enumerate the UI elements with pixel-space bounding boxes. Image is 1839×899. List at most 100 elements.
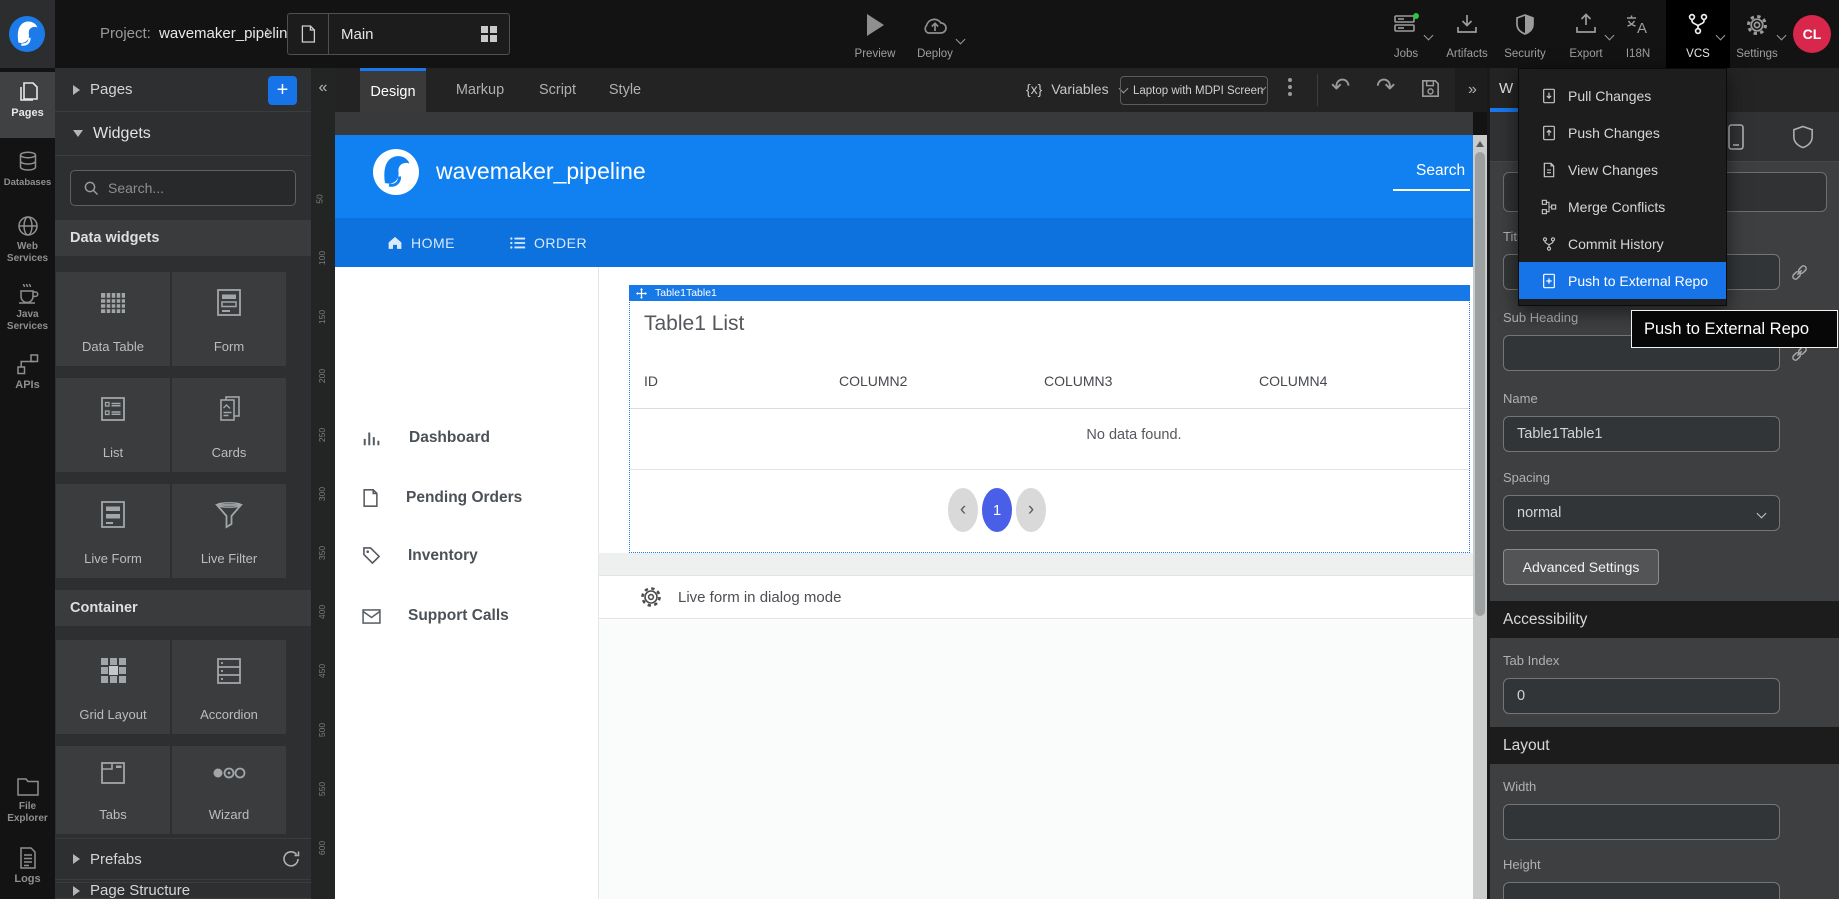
device-preview-icon[interactable] — [1728, 124, 1744, 150]
wavemaker-logo-tile[interactable] — [0, 0, 55, 68]
save-button[interactable] — [1419, 77, 1442, 100]
add-page-button[interactable]: + — [268, 76, 297, 105]
panel-tab-widget[interactable]: W — [1499, 80, 1513, 97]
widget-item-form[interactable]: Form — [172, 272, 286, 366]
advanced-settings-button[interactable]: Advanced Settings — [1503, 549, 1659, 585]
jobs-button[interactable]: Jobs — [1379, 0, 1433, 68]
menu-item-inventory[interactable]: Inventory — [362, 546, 478, 565]
app-header[interactable]: wavemaker_pipeline Search — [335, 135, 1473, 218]
column-header-column2[interactable]: COLUMN2 — [839, 373, 907, 389]
scrollbar-thumb[interactable] — [1475, 152, 1485, 616]
preview-button[interactable]: Preview — [848, 0, 902, 68]
rail-label: File — [19, 801, 36, 812]
widget-item-live-filter[interactable]: Live Filter — [172, 484, 286, 578]
variables-button[interactable]: {x} Variables — [1026, 81, 1127, 97]
column-header-column4[interactable]: COLUMN4 — [1259, 373, 1327, 389]
widget-selection-tag[interactable]: Table1Table1 — [629, 285, 1470, 301]
pagination-prev-button[interactable]: ‹ — [948, 488, 978, 532]
widget-item-accordion[interactable]: Accordion — [172, 640, 286, 734]
menu-item-view-changes[interactable]: View Changes — [1519, 151, 1726, 188]
file-explorer-icon — [16, 776, 40, 798]
app-search-link[interactable]: Search — [1416, 162, 1465, 180]
export-button[interactable]: Export — [1559, 0, 1613, 68]
rail-item-pages[interactable]: Pages — [0, 80, 55, 119]
rail-item-file-explorer[interactable]: FileExplorer — [0, 776, 55, 825]
table-widget-selection[interactable]: Table1Table1 Table1 List ID COLUMN2 COLU… — [629, 285, 1470, 553]
expand-panel-button[interactable]: » — [1455, 68, 1490, 112]
page-grid-icon[interactable] — [481, 26, 498, 43]
rail-item-web-services[interactable]: WebServices — [0, 214, 55, 265]
column-header-id[interactable]: ID — [644, 373, 658, 389]
canvas-scrollbar[interactable] — [1473, 135, 1487, 899]
title-bind-link-icon[interactable] — [1789, 262, 1810, 283]
pull-changes-icon — [1541, 88, 1557, 104]
widget-item-cards[interactable]: Cards — [172, 378, 286, 472]
height-input[interactable] — [1503, 882, 1780, 899]
tab-script[interactable]: Script — [530, 68, 585, 112]
i18n-button[interactable]: A I18N — [1611, 0, 1665, 68]
widget-item-wizard[interactable]: Wizard — [172, 746, 286, 834]
more-options-button[interactable] — [1288, 78, 1292, 96]
ruler-label: 300 — [317, 487, 327, 501]
device-selector[interactable]: Laptop with MDPI Screen — [1120, 76, 1268, 105]
nav-item-order[interactable]: ORDER — [510, 235, 587, 251]
widgets-section-header[interactable]: Widgets — [55, 112, 311, 156]
rail-item-databases[interactable]: Databases — [0, 150, 55, 189]
accessibility-section-header[interactable]: Accessibility — [1490, 601, 1839, 638]
widget-item-grid-layout[interactable]: Grid Layout — [56, 640, 170, 734]
security-button[interactable]: Security — [1498, 0, 1552, 68]
menu-item-pull-changes[interactable]: Pull Changes — [1519, 77, 1726, 114]
settings-button[interactable]: Settings — [1730, 0, 1784, 68]
undo-button[interactable]: ↶ — [1331, 73, 1350, 100]
menu-item-commit-history[interactable]: Commit History — [1519, 225, 1726, 262]
menu-item-merge-conflicts[interactable]: Merge Conflicts — [1519, 188, 1726, 225]
rail-item-java-services[interactable]: JavaServices — [0, 282, 55, 333]
security-label: Security — [1504, 48, 1546, 60]
expand-right-icon — [73, 886, 80, 896]
layout-section-header[interactable]: Layout — [1490, 727, 1839, 764]
refresh-icon[interactable] — [282, 850, 300, 868]
panel-shield-icon[interactable] — [1792, 125, 1814, 150]
page-structure-section-header[interactable]: Page Structure — [55, 882, 311, 899]
prefabs-section-header[interactable]: Prefabs — [55, 838, 311, 880]
wizard-icon — [209, 756, 249, 790]
widget-item-data-table[interactable]: Data Table — [56, 272, 170, 366]
pagination-next-button[interactable]: › — [1016, 488, 1046, 532]
widget-item-tabs[interactable]: Tabs — [56, 746, 170, 834]
collapse-panel-button[interactable]: « — [313, 78, 333, 100]
vcs-dropdown-menu: Pull Changes Push Changes View Changes M… — [1518, 68, 1727, 306]
menu-item-push-changes[interactable]: Push Changes — [1519, 114, 1726, 151]
menu-item-pending-orders[interactable]: Pending Orders — [362, 488, 522, 508]
tab-design[interactable]: Design — [360, 68, 426, 112]
user-avatar[interactable]: CL — [1793, 15, 1831, 53]
live-form-bar[interactable]: Live form in dialog mode — [599, 575, 1473, 619]
menu-item-dashboard[interactable]: Dashboard — [362, 429, 490, 447]
pagination-page-1[interactable]: 1 — [982, 488, 1012, 532]
ruler-label: 350 — [317, 546, 327, 560]
name-input[interactable]: Table1Table1 — [1503, 416, 1780, 452]
rail-item-logs[interactable]: Logs — [0, 846, 55, 885]
page-tab-main[interactable]: Main — [287, 13, 510, 55]
menu-item-support-calls[interactable]: Support Calls — [362, 607, 509, 625]
spacing-select[interactable]: normal — [1503, 495, 1780, 531]
menu-item-label: View Changes — [1568, 162, 1658, 178]
width-input[interactable] — [1503, 804, 1780, 840]
scrollbar-up-arrow[interactable] — [1476, 141, 1484, 147]
nav-item-home[interactable]: HOME — [387, 235, 455, 251]
tab-markup[interactable]: Markup — [450, 68, 510, 112]
settings-chevron-icon — [1777, 31, 1787, 41]
canvas-gap — [599, 553, 1473, 575]
widget-search-input[interactable]: Search... — [70, 170, 296, 206]
deploy-button[interactable]: Deploy — [908, 0, 962, 68]
tab-style[interactable]: Style — [600, 68, 650, 112]
widget-item-list[interactable]: List — [56, 378, 170, 472]
vcs-button[interactable]: VCS — [1666, 0, 1730, 68]
column-header-column3[interactable]: COLUMN3 — [1044, 373, 1112, 389]
artifacts-button[interactable]: Artifacts — [1440, 0, 1494, 68]
widget-item-live-form[interactable]: Live Form — [56, 484, 170, 578]
redo-button[interactable]: ↷ — [1376, 73, 1395, 100]
sub-heading-field-label: Sub Heading — [1503, 310, 1578, 325]
rail-item-apis[interactable]: APIs — [0, 352, 55, 391]
menu-item-push-to-external-repo[interactable]: Push to External Repo — [1519, 262, 1726, 299]
tab-index-input[interactable]: 0 — [1503, 678, 1780, 714]
